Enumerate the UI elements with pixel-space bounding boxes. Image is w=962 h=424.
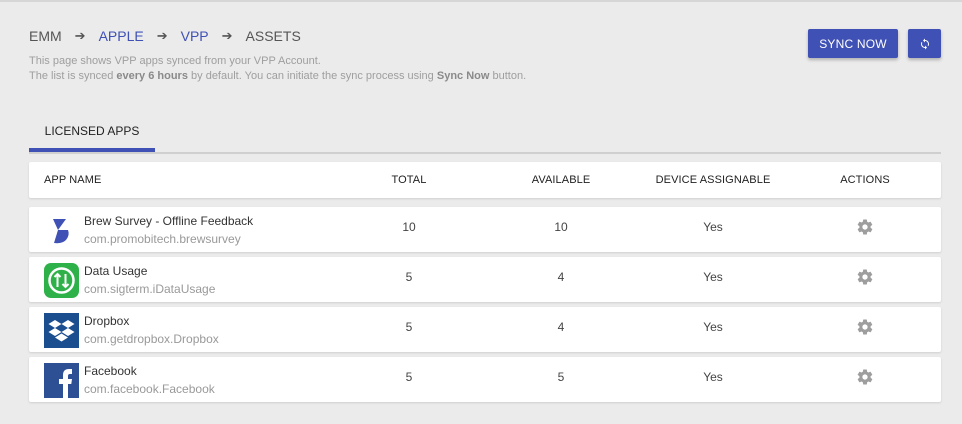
header-total: TOTAL [391, 174, 427, 186]
refresh-button[interactable] [908, 29, 941, 58]
app-bundle-id: com.getdropbox.Dropbox [84, 332, 219, 346]
table-row: Brew Survey - Offline Feedback com.promo… [29, 207, 941, 252]
table-row: Facebook com.facebook.Facebook 5 5 Yes [29, 357, 941, 402]
gear-icon [857, 269, 873, 285]
description-line-2: The list is synced every 6 hours by defa… [29, 69, 526, 84]
table-row: Data Usage com.sigterm.iDataUsage 5 4 Ye… [29, 257, 941, 302]
data-usage-icon [44, 263, 79, 298]
gear-icon [857, 369, 873, 385]
page-description: This page shows VPP apps synced from you… [29, 54, 526, 84]
breadcrumb-assets: ASSETS [245, 28, 301, 44]
actions-gear-button[interactable] [845, 207, 885, 247]
app-name: Data Usage [84, 264, 148, 278]
tab-licensed-apps[interactable]: LICENSED APPS [29, 112, 155, 150]
table-row: Dropbox com.getdropbox.Dropbox 5 4 Yes [29, 307, 941, 352]
app-name: Facebook [84, 364, 137, 378]
device-assignable-value: Yes [703, 320, 723, 334]
available-count: 5 [557, 370, 565, 384]
total-count: 5 [405, 320, 413, 334]
gear-icon [857, 319, 873, 335]
app-name: Dropbox [84, 314, 130, 328]
device-assignable-value: Yes [703, 220, 723, 234]
description-line-1: This page shows VPP apps synced from you… [29, 55, 321, 67]
refresh-icon [920, 38, 929, 49]
breadcrumb-arrow-icon: ➔ [74, 28, 86, 43]
description-text: The list is synced [29, 70, 117, 82]
breadcrumb-arrow-icon: ➔ [221, 28, 233, 43]
brew-survey-icon [44, 213, 79, 248]
total-count: 10 [402, 220, 416, 234]
available-count: 4 [557, 320, 565, 334]
gear-icon [857, 219, 873, 235]
description-text: by default. You can initiate the sync pr… [187, 70, 437, 82]
total-count: 5 [405, 270, 413, 284]
app-bundle-id: com.sigterm.iDataUsage [84, 282, 216, 296]
device-assignable-value: Yes [703, 370, 723, 384]
app-name: Brew Survey - Offline Feedback [84, 214, 254, 228]
header-device-assignable: DEVICE ASSIGNABLE [655, 174, 771, 186]
breadcrumb-emm[interactable]: EMM [29, 28, 62, 44]
active-tab-indicator [29, 148, 155, 152]
breadcrumb: EMM ➔ APPLE ➔ VPP ➔ ASSETS [29, 28, 301, 44]
description-bold-interval: every 6 hours [116, 70, 188, 82]
actions-gear-button[interactable] [845, 357, 885, 397]
description-bold-sync: Sync Now [436, 70, 490, 82]
dropbox-icon [44, 313, 79, 348]
header-actions: ACTIONS [840, 174, 890, 186]
available-count: 10 [554, 220, 568, 234]
breadcrumb-apple[interactable]: APPLE [99, 28, 144, 44]
breadcrumb-vpp[interactable]: VPP [181, 28, 209, 44]
header-app-name: APP NAME [44, 174, 102, 186]
tab-bar: LICENSED APPS [29, 112, 941, 154]
actions-gear-button[interactable] [845, 257, 885, 297]
description-text: button. [489, 70, 527, 82]
device-assignable-value: Yes [703, 270, 723, 284]
top-divider [0, 0, 962, 2]
actions-gear-button[interactable] [845, 307, 885, 347]
sync-now-button[interactable]: SYNC NOW [808, 29, 898, 58]
app-bundle-id: com.promobitech.brewsurvey [84, 232, 241, 246]
available-count: 4 [557, 270, 565, 284]
table-header: APP NAME TOTAL AVAILABLE DEVICE ASSIGNAB… [29, 162, 941, 198]
breadcrumb-arrow-icon: ➔ [156, 28, 168, 43]
total-count: 5 [405, 370, 413, 384]
facebook-icon [44, 363, 79, 398]
header-available: AVAILABLE [531, 174, 591, 186]
app-bundle-id: com.facebook.Facebook [84, 382, 215, 396]
